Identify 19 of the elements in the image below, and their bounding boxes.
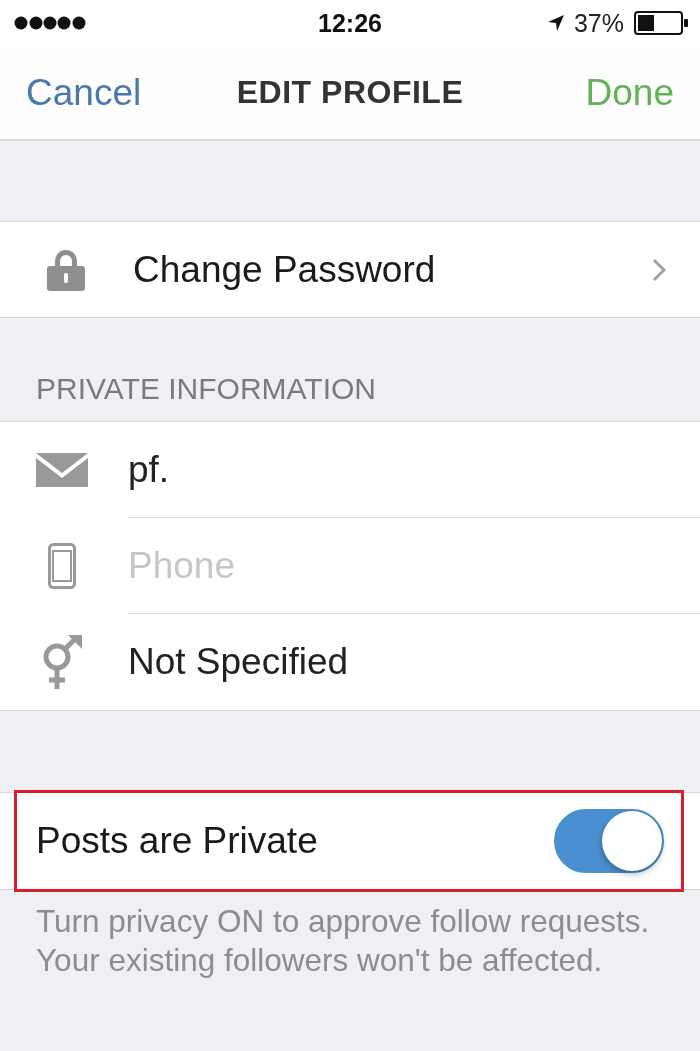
smartphone-icon (48, 543, 76, 589)
envelope-icon (36, 453, 88, 487)
lock-icon (47, 248, 85, 291)
clock-time: 12:26 (318, 8, 382, 38)
signal-dots-icon (14, 16, 86, 30)
location-arrow-icon (547, 15, 564, 31)
battery-icon (634, 11, 688, 35)
chevron-right-icon (652, 257, 666, 282)
privacy-note: Turn privacy ON to approve follow requests. Your existing followers won't be affected. (36, 902, 651, 980)
email-field[interactable]: pf. (128, 422, 700, 518)
battery-percent: 37% (573, 8, 624, 38)
section-header: PRIVATE INFORMATION (36, 372, 376, 406)
gender-field[interactable]: Not Specified (128, 614, 700, 710)
phone-field[interactable]: Phone (128, 518, 700, 614)
cancel-button[interactable]: Cancel (26, 71, 142, 114)
privacy-label: Posts are Private (36, 820, 318, 862)
change-password-button[interactable]: Change Password (0, 221, 700, 318)
screen-title: EDIT PROFILE (236, 74, 464, 111)
privacy-toggle[interactable] (554, 809, 664, 873)
